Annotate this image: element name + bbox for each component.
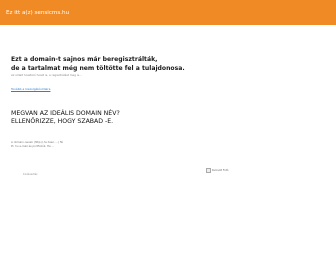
question-line-2: ELLENŐRIZZE, HOGY SZABAD -E. (11, 118, 114, 125)
header-bar: Ez itt a(z) sensicms.hu (0, 0, 336, 25)
page-title: Ez itt a(z) sensicms.hu (6, 10, 70, 16)
detail-line-2: Pl. hu e-mail és portfoliók, Ha ... (11, 144, 55, 149)
broken-image-icon (206, 168, 211, 173)
headline-line-1: Ezt a domain-t sajnos már beregisztráltá… (11, 56, 158, 63)
domain-question: MEGVAN AZ IDEÁLIS DOMAIN NÉV? ELLENŐRIZZ… (11, 110, 271, 126)
question-line-1: MEGVAN AZ IDEÁLIS DOMAIN NÉV? (11, 110, 120, 117)
broken-image: Kulcsolt Fotó (206, 168, 228, 173)
small-note: Az oldalt hosztoló hoszt is, a regisztrá… (11, 73, 82, 77)
headline: Ezt a domain-t sajnos már beregisztráltá… (11, 55, 271, 73)
image-alt-text: Kulcsolt Fotó (212, 169, 229, 172)
headline-line-2: de a tartalmat még nem töltötte fel a tu… (11, 65, 185, 72)
details-text: A domain-nevek (http://.hu tesz, ...) fi… (11, 140, 271, 148)
footer-link[interactable]: Kiválasztás (23, 173, 38, 176)
continue-link[interactable]: Tovább a kiszolgálóoldalra (11, 87, 50, 91)
